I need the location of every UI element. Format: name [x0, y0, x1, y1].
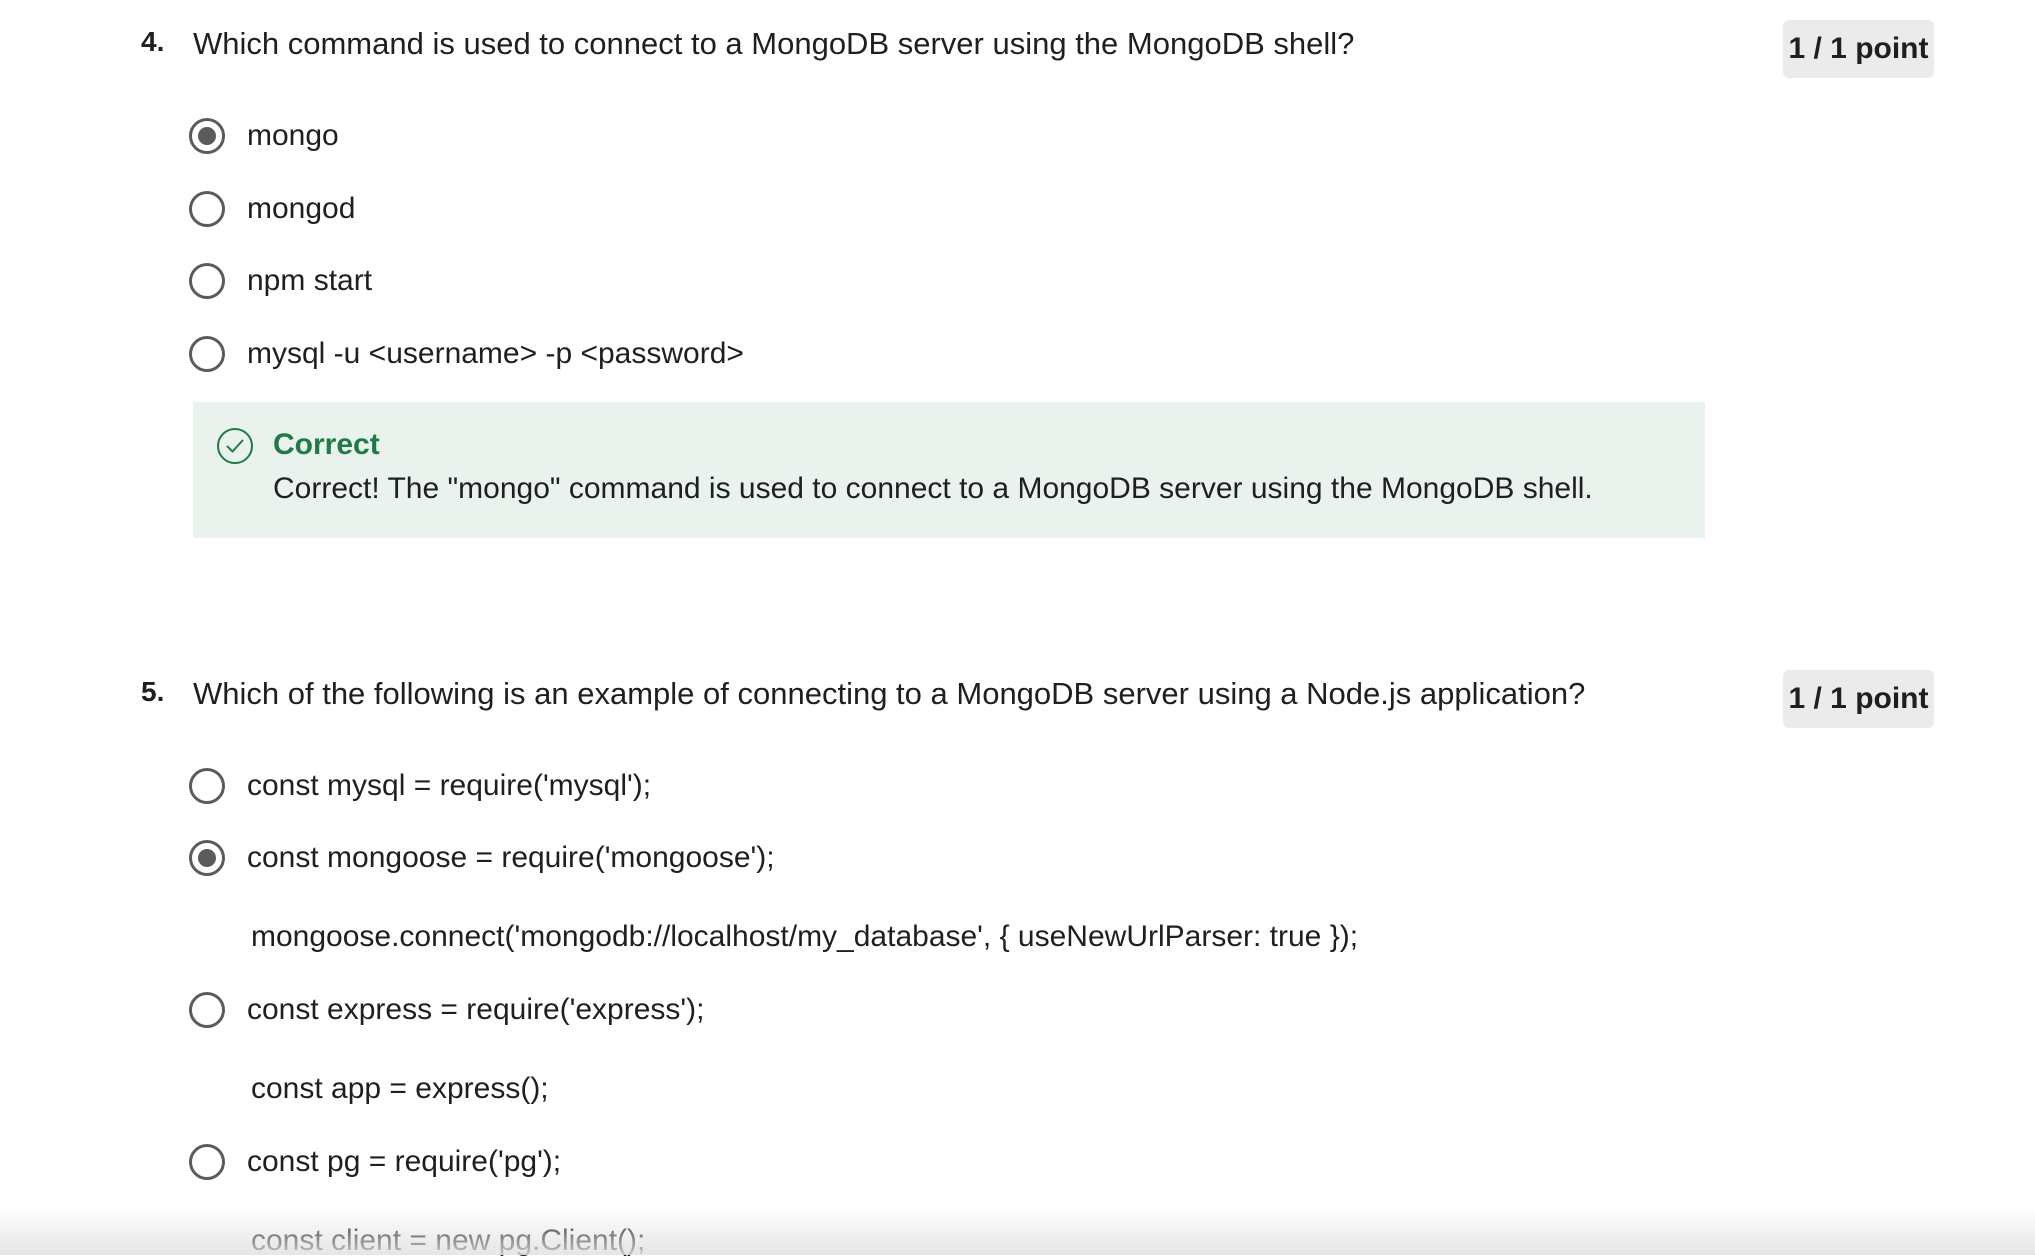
- question-text: Which command is used to connect to a Mo…: [193, 26, 1355, 61]
- radio-button[interactable]: [189, 992, 225, 1028]
- option-pg-require[interactable]: const pg = require('pg');: [189, 1144, 561, 1180]
- points-badge: 1 / 1 point: [1783, 20, 1934, 78]
- option-continuation: const client = new pg.Client();: [251, 1224, 646, 1257]
- radio-button[interactable]: [189, 1144, 225, 1180]
- option-label: const mongoose = require('mongoose');: [247, 841, 775, 874]
- option-continuation: mongoose.connect('mongodb://localhost/my…: [251, 920, 1359, 953]
- check-circle-icon: [217, 428, 253, 464]
- option-mysql[interactable]: mysql -u <username> -p <password>: [189, 336, 744, 372]
- radio-button-selected[interactable]: [189, 840, 225, 876]
- option-mongod[interactable]: mongod: [189, 191, 355, 227]
- option-label: const express = require('express');: [247, 993, 705, 1026]
- radio-button[interactable]: [189, 768, 225, 804]
- option-continuation: const app = express();: [251, 1072, 549, 1105]
- option-label: mongod: [247, 192, 356, 225]
- option-mongoose-require[interactable]: const mongoose = require('mongoose');: [189, 840, 775, 876]
- question-number: 4.: [141, 26, 165, 57]
- option-mongo[interactable]: mongo: [189, 118, 339, 154]
- points-badge: 1 / 1 point: [1783, 670, 1934, 728]
- question-number: 5.: [141, 676, 165, 707]
- option-label: const mysql = require('mysql');: [247, 769, 652, 802]
- radio-button-selected[interactable]: [189, 118, 225, 154]
- option-mysql-require[interactable]: const mysql = require('mysql');: [189, 768, 651, 804]
- feedback-box: Correct Correct! The "mongo" command is …: [193, 402, 1705, 538]
- option-label: npm start: [247, 264, 373, 297]
- option-label: mongo: [247, 119, 339, 152]
- radio-button[interactable]: [189, 263, 225, 299]
- option-express-require[interactable]: const express = require('express');: [189, 992, 704, 1028]
- radio-button[interactable]: [189, 336, 225, 372]
- option-label: const pg = require('pg');: [247, 1145, 562, 1178]
- feedback-title: Correct: [273, 428, 380, 461]
- feedback-text: Correct! The "mongo" command is used to …: [273, 472, 1593, 505]
- option-label: mysql -u <username> -p <password>: [247, 337, 744, 370]
- option-npm-start[interactable]: npm start: [189, 263, 372, 299]
- radio-button[interactable]: [189, 191, 225, 227]
- question-text: Which of the following is an example of …: [193, 676, 1586, 711]
